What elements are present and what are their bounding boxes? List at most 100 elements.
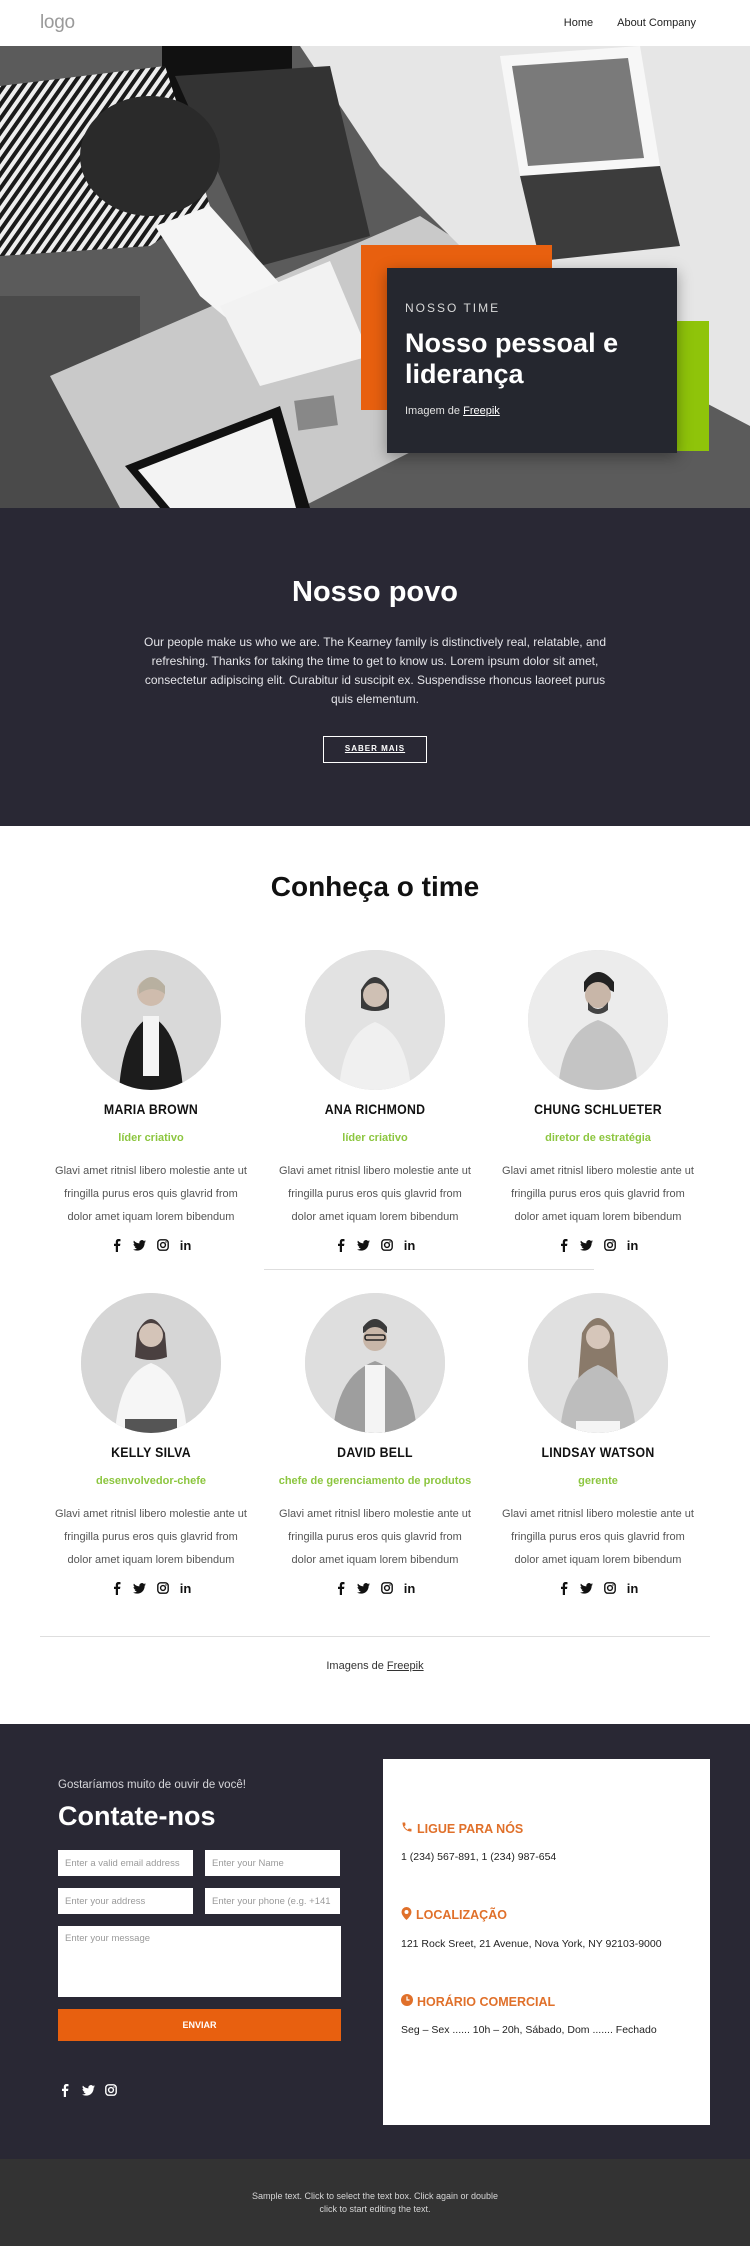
member-social-links: in <box>51 1581 251 1596</box>
our-people-title: Nosso povo <box>292 576 458 608</box>
main-nav: Home About Company <box>564 17 696 29</box>
member-bio: Glavi amet ritnisl libero molestie ante … <box>279 1165 471 1223</box>
facebook-icon[interactable] <box>110 1581 124 1595</box>
contact-info-card: LIGUE PARA NÓS 1 (234) 567-891, 1 (234) … <box>383 1759 710 2125</box>
email-field[interactable] <box>58 1850 193 1876</box>
member-role: chefe de gerenciamento de produtos <box>278 1475 472 1487</box>
contact-info-hours: HORÁRIO COMERCIAL Seg – Sex ...... 10h –… <box>401 1994 692 2036</box>
member-role: diretor de estratégia <box>545 1132 651 1144</box>
team-member-card: ANA RICHMOND líder criativo Glavi amet r… <box>275 950 475 1253</box>
avatar <box>528 1293 668 1433</box>
member-bio: Glavi amet ritnisl libero molestie ante … <box>279 1508 471 1566</box>
phone-numbers: 1 (234) 567-891, 1 (234) 987-654 <box>401 1851 557 1863</box>
contact-info-phone: LIGUE PARA NÓS 1 (234) 567-891, 1 (234) … <box>401 1821 692 1864</box>
twitter-icon[interactable] <box>133 1238 147 1252</box>
linkedin-icon[interactable]: in <box>626 1581 640 1596</box>
linkedin-icon[interactable]: in <box>626 1238 640 1253</box>
avatar <box>81 950 221 1090</box>
learn-more-button[interactable]: SABER MAIS <box>323 736 427 763</box>
member-name: DAVID BELL <box>337 1444 413 1460</box>
instagram-icon[interactable] <box>156 1238 170 1252</box>
our-people-section: Nosso povo Our people make us who we are… <box>0 508 750 826</box>
member-name: CHUNG SCHLUETER <box>534 1101 662 1117</box>
team-member-card: KELLY SILVA desenvolvedor-chefe Glavi am… <box>51 1293 251 1596</box>
linkedin-icon[interactable]: in <box>403 1238 417 1253</box>
twitter-icon[interactable] <box>580 1581 594 1595</box>
instagram-icon[interactable] <box>156 1581 170 1595</box>
facebook-icon[interactable] <box>110 1238 124 1252</box>
team-section: Conheça o time MARIA BROWN líder criativ… <box>0 826 750 1724</box>
site-header: logo Home About Company <box>0 0 750 46</box>
team-freepik-link[interactable]: Freepik <box>387 1660 424 1672</box>
phone-field[interactable] <box>205 1888 340 1914</box>
member-role: gerente <box>578 1475 618 1487</box>
team-bottom-divider <box>40 1636 710 1637</box>
avatar <box>528 950 668 1090</box>
submit-button[interactable]: ENVIAR <box>58 2009 341 2041</box>
team-image-credit: Imagens de Freepik <box>0 1660 750 1672</box>
message-field[interactable] <box>58 1926 341 1997</box>
facebook-icon[interactable] <box>58 2083 72 2097</box>
member-social-links: in <box>275 1238 475 1253</box>
name-field[interactable] <box>205 1850 340 1876</box>
contact-section: Gostaríamos muito de ouvir de você! Cont… <box>0 1724 750 2159</box>
info-title: LOCALIZAÇÃO <box>416 1908 507 1922</box>
linkedin-icon[interactable]: in <box>179 1238 193 1253</box>
site-footer: Sample text. Click to select the text bo… <box>0 2159 750 2246</box>
instagram-icon[interactable] <box>603 1238 617 1252</box>
contact-form: ENVIAR <box>58 1850 341 2041</box>
member-role: líder criativo <box>342 1132 408 1144</box>
member-social-links: in <box>498 1238 698 1253</box>
facebook-icon[interactable] <box>334 1581 348 1595</box>
member-social-links: in <box>498 1581 698 1596</box>
logo[interactable]: logo <box>40 12 75 34</box>
team-row-divider <box>264 1269 594 1270</box>
linkedin-icon[interactable]: in <box>403 1581 417 1596</box>
member-name: MARIA BROWN <box>103 1101 199 1117</box>
facebook-icon[interactable] <box>557 1581 571 1595</box>
member-name: LINDSAY WATSON <box>541 1444 655 1460</box>
team-credit-prefix: Imagens de <box>326 1660 384 1672</box>
facebook-icon[interactable] <box>557 1238 571 1252</box>
phone-icon <box>401 1821 413 1836</box>
twitter-icon[interactable] <box>580 1238 594 1252</box>
instagram-icon[interactable] <box>104 2083 118 2097</box>
hero-eyebrow: NOSSO TIME <box>405 301 501 315</box>
nav-home[interactable]: Home <box>564 17 593 29</box>
member-bio: Glavi amet ritnisl libero molestie ante … <box>502 1508 694 1566</box>
hero-image-credit: Imagem de Freepik <box>405 405 659 417</box>
member-social-links: in <box>51 1238 251 1253</box>
twitter-icon[interactable] <box>81 2083 95 2097</box>
team-member-card: MARIA BROWN líder criativo Glavi amet ri… <box>51 950 251 1253</box>
avatar <box>305 950 445 1090</box>
address-text: 121 Rock Sreet, 21 Avenue, Nova York, NY… <box>401 1938 662 1950</box>
hero-section: NOSSO TIME Nosso pessoal e liderança Ima… <box>0 46 750 508</box>
avatar <box>81 1293 221 1433</box>
contact-eyebrow: Gostaríamos muito de ouvir de você! <box>58 1779 246 1791</box>
hero-credit-prefix: Imagem de <box>405 405 461 417</box>
twitter-icon[interactable] <box>357 1238 371 1252</box>
instagram-icon[interactable] <box>380 1238 394 1252</box>
twitter-icon[interactable] <box>357 1581 371 1595</box>
facebook-icon[interactable] <box>334 1238 348 1252</box>
our-people-text: Our people make us who we are. The Kearn… <box>143 635 606 706</box>
avatar <box>305 1293 445 1433</box>
member-bio: Glavi amet ritnisl libero molestie ante … <box>55 1508 247 1566</box>
member-name: KELLY SILVA <box>111 1444 191 1460</box>
contact-title: Contate-nos <box>58 1801 216 1831</box>
instagram-icon[interactable] <box>603 1581 617 1595</box>
clock-icon <box>401 1994 413 2009</box>
contact-social-links <box>58 2083 341 2097</box>
address-field[interactable] <box>58 1888 193 1914</box>
team-member-card: CHUNG SCHLUETER diretor de estratégia Gl… <box>498 950 698 1253</box>
hero-card: NOSSO TIME Nosso pessoal e liderança Ima… <box>387 268 677 453</box>
linkedin-icon[interactable]: in <box>179 1581 193 1596</box>
instagram-icon[interactable] <box>380 1581 394 1595</box>
twitter-icon[interactable] <box>133 1581 147 1595</box>
nav-about-company[interactable]: About Company <box>617 17 696 29</box>
hours-text: Seg – Sex ...... 10h – 20h, Sábado, Dom … <box>401 2024 657 2036</box>
member-name: ANA RICHMOND <box>324 1101 426 1117</box>
hero-freepik-link[interactable]: Freepik <box>463 405 500 417</box>
member-bio: Glavi amet ritnisl libero molestie ante … <box>55 1165 247 1223</box>
team-member-card: DAVID BELL chefe de gerenciamento de pro… <box>275 1293 475 1596</box>
